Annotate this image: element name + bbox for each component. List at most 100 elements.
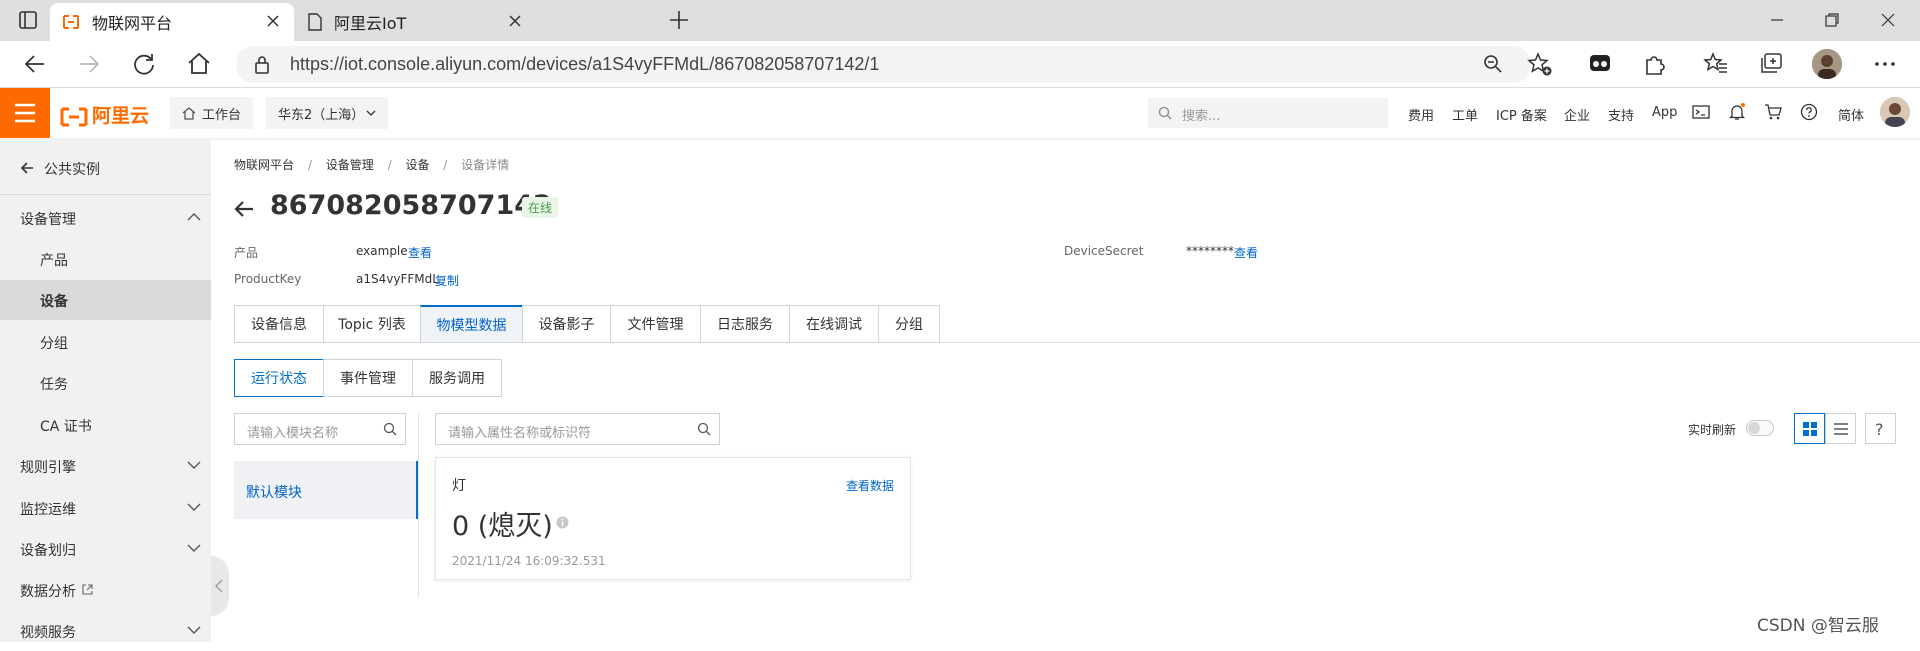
sidebar-item-product[interactable]: 产品 bbox=[0, 239, 211, 279]
view-secret-link[interactable]: 查看 bbox=[1234, 244, 1258, 261]
sidebar-collapse-handle[interactable] bbox=[211, 556, 229, 616]
region-select[interactable]: 华东2（上海） bbox=[266, 97, 388, 129]
sidebar-group-monitoring[interactable]: 监控运维 bbox=[0, 488, 211, 528]
sidebar-item-task[interactable]: 任务 bbox=[0, 363, 211, 403]
tab-actions-icon[interactable] bbox=[18, 10, 38, 30]
refresh-icon[interactable] bbox=[131, 51, 157, 77]
realtime-refresh-toggle[interactable] bbox=[1746, 420, 1774, 436]
top-link-icp[interactable]: ICP 备案 bbox=[1496, 105, 1547, 124]
card-view-button[interactable] bbox=[1794, 413, 1825, 444]
menu-icon[interactable] bbox=[0, 88, 50, 138]
devicesecret-value: ******** bbox=[1186, 244, 1234, 258]
home-icon bbox=[182, 106, 196, 120]
back-icon[interactable] bbox=[22, 51, 48, 77]
user-avatar[interactable] bbox=[1880, 97, 1910, 127]
subtab-event-management[interactable]: 事件管理 bbox=[323, 359, 413, 397]
tab-device-shadow[interactable]: 设备影子 bbox=[522, 305, 611, 343]
sidebar-back-public-instance[interactable]: 公共实例 bbox=[0, 148, 211, 188]
address-bar[interactable]: https://iot.console.aliyun.com/devices/a… bbox=[236, 46, 1531, 83]
more-icon[interactable] bbox=[1872, 51, 1898, 77]
property-search-input[interactable]: 请输入属性名称或标识符 bbox=[435, 413, 720, 445]
subtab-service-call[interactable]: 服务调用 bbox=[412, 359, 502, 397]
external-link-icon bbox=[82, 584, 93, 595]
new-tab-icon[interactable] bbox=[668, 9, 690, 31]
tab-log-service[interactable]: 日志服务 bbox=[700, 305, 790, 343]
list-icon bbox=[1834, 422, 1848, 436]
top-link-support[interactable]: 支持 bbox=[1608, 105, 1634, 124]
home-icon[interactable] bbox=[186, 51, 212, 77]
sidebar-group-device-assign[interactable]: 设备划归 bbox=[0, 529, 211, 569]
sidebar-item-ca-cert[interactable]: CA 证书 bbox=[0, 405, 211, 445]
close-icon[interactable] bbox=[266, 14, 280, 28]
favorites-icon[interactable] bbox=[1703, 51, 1729, 77]
extensions-icon[interactable] bbox=[1642, 51, 1668, 77]
restore-icon[interactable] bbox=[1820, 8, 1844, 32]
module-item-default[interactable]: 默认模块 bbox=[234, 461, 418, 519]
sidebar-item-group[interactable]: 分组 bbox=[0, 322, 211, 362]
forward-icon[interactable] bbox=[76, 51, 102, 77]
cart-icon[interactable] bbox=[1764, 103, 1782, 121]
breadcrumb-item[interactable]: 物联网平台 bbox=[234, 158, 294, 172]
breadcrumb-item[interactable]: 设备管理 bbox=[326, 158, 374, 172]
subtab-running-state[interactable]: 运行状态 bbox=[234, 359, 324, 397]
sidebar-item-data-analysis[interactable]: 数据分析 bbox=[0, 570, 211, 610]
minimize-icon[interactable] bbox=[1765, 8, 1789, 32]
back-arrow-icon[interactable] bbox=[234, 199, 254, 219]
tab-thing-model-data[interactable]: 物模型数据 bbox=[420, 305, 523, 343]
breadcrumb-separator: / bbox=[307, 158, 312, 172]
sidebar-divider bbox=[0, 194, 211, 195]
sidebar-group-device-management[interactable]: 设备管理 bbox=[0, 198, 211, 238]
tab-topic-list[interactable]: Topic 列表 bbox=[323, 305, 421, 343]
module-search-placeholder: 请输入模块名称 bbox=[247, 426, 339, 441]
help-icon[interactable] bbox=[1800, 103, 1818, 121]
tab-file-management[interactable]: 文件管理 bbox=[610, 305, 701, 343]
help-button[interactable]: ? bbox=[1865, 413, 1896, 444]
sidebar-group-video-service[interactable]: 视频服务 bbox=[0, 611, 211, 651]
close-icon[interactable] bbox=[508, 14, 522, 28]
copy-productkey-link[interactable]: 复制 bbox=[435, 272, 459, 289]
property-search-placeholder: 请输入属性名称或标识符 bbox=[448, 426, 592, 441]
view-product-link[interactable]: 查看 bbox=[408, 244, 432, 261]
tab-group[interactable]: 分组 bbox=[878, 305, 940, 343]
lock-icon[interactable] bbox=[254, 55, 270, 74]
list-view-button[interactable] bbox=[1825, 413, 1856, 444]
top-link-billing[interactable]: 费用 bbox=[1408, 105, 1434, 124]
module-search-input[interactable]: 请输入模块名称 bbox=[234, 413, 406, 445]
search-input[interactable]: 搜索... bbox=[1148, 98, 1388, 128]
tab-title: 物联网平台 bbox=[92, 14, 173, 33]
logo-text: 阿里云 bbox=[92, 105, 150, 127]
collections-icon[interactable] bbox=[1758, 51, 1784, 77]
zoom-icon[interactable] bbox=[1483, 54, 1503, 74]
view-data-link[interactable]: 查看数据 bbox=[846, 477, 894, 494]
terminal-icon[interactable] bbox=[1692, 103, 1710, 121]
module-item-label: 默认模块 bbox=[246, 485, 302, 501]
extension-app-icon[interactable] bbox=[1588, 51, 1612, 75]
devicesecret-label: DeviceSecret bbox=[1064, 244, 1144, 258]
breadcrumb-item[interactable]: 设备 bbox=[405, 158, 429, 172]
sidebar-item-device[interactable]: 设备 bbox=[0, 280, 211, 320]
sidebar-item-label: 任务 bbox=[40, 377, 68, 393]
property-value: 0 (熄灭) bbox=[452, 511, 553, 542]
browser-toolbar: https://iot.console.aliyun.com/devices/a… bbox=[0, 41, 1920, 88]
workbench-button[interactable]: 工作台 bbox=[170, 97, 254, 129]
tab-online-debug[interactable]: 在线调试 bbox=[789, 305, 879, 343]
sidebar-item-label: 设备划归 bbox=[20, 543, 76, 559]
tab-device-info[interactable]: 设备信息 bbox=[234, 305, 324, 343]
top-link-enterprise[interactable]: 企业 bbox=[1564, 105, 1590, 124]
aliyun-logo[interactable]: 阿里云 bbox=[60, 101, 149, 128]
tab-aliyun-iot[interactable]: 阿里云IoT bbox=[296, 3, 536, 41]
add-favorite-icon[interactable] bbox=[1527, 51, 1553, 77]
module-divider bbox=[418, 413, 419, 598]
language-switch[interactable]: 简体 bbox=[1838, 105, 1864, 124]
search-icon bbox=[697, 422, 711, 436]
top-link-ticket[interactable]: 工单 bbox=[1452, 105, 1478, 124]
profile-avatar[interactable] bbox=[1812, 49, 1842, 79]
status-badge: 在线 bbox=[522, 197, 559, 218]
top-link-app[interactable]: App bbox=[1652, 105, 1677, 120]
tab-title: 阿里云IoT bbox=[334, 14, 407, 33]
window-close-icon[interactable] bbox=[1876, 8, 1900, 32]
tab-iot-platform[interactable]: 物联网平台 bbox=[50, 3, 294, 41]
sidebar-group-rule-engine[interactable]: 规则引擎 bbox=[0, 446, 211, 486]
bell-icon[interactable] bbox=[1728, 103, 1746, 121]
info-icon[interactable] bbox=[556, 516, 569, 529]
